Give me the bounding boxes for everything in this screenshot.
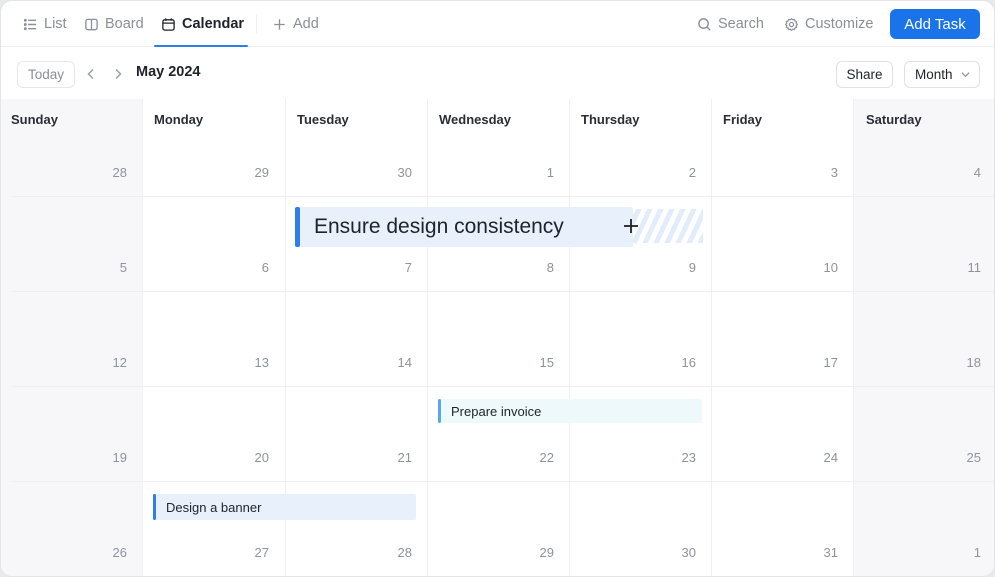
week-divider (11, 386, 994, 387)
day-cell-number[interactable]: 6 (229, 260, 269, 275)
day-cell-number[interactable]: 8 (514, 260, 554, 275)
day-cell-number[interactable]: 31 (798, 545, 838, 560)
day-cell-number[interactable]: 17 (798, 355, 838, 370)
day-cell-number[interactable]: 19 (87, 450, 127, 465)
grid-divider (142, 99, 143, 576)
week-divider (11, 481, 994, 482)
grid-divider (711, 99, 712, 576)
event-title: Ensure design consistency (314, 215, 564, 238)
day-cell-number[interactable]: 29 (514, 545, 554, 560)
search-button[interactable]: Search (697, 1, 764, 47)
day-cell-number[interactable]: 7 (372, 260, 412, 275)
tab-calendar[interactable]: Calendar (154, 1, 248, 47)
next-month-button[interactable] (111, 64, 125, 84)
day-cell-number[interactable]: 10 (798, 260, 838, 275)
tab-add-view[interactable]: Add (272, 1, 319, 47)
plus-icon (274, 18, 285, 30)
tab-list-label: List (44, 16, 67, 32)
view-select[interactable]: Month (904, 61, 980, 88)
event-title: Prepare invoice (451, 403, 542, 419)
day-cell-number[interactable]: 14 (372, 355, 412, 370)
grid-divider (853, 99, 854, 576)
day-header-sunday: Sunday (11, 112, 58, 127)
event-ensure-design-consistency[interactable]: Ensure design consistency (295, 207, 633, 247)
day-cell-number[interactable]: 24 (798, 450, 838, 465)
day-header-thursday: Thursday (581, 112, 640, 127)
day-cell-number[interactable]: 20 (229, 450, 269, 465)
tab-board[interactable]: Board (84, 1, 144, 47)
gear-icon (784, 17, 799, 31)
grid-divider (569, 99, 570, 576)
day-cell-number[interactable]: 21 (372, 450, 412, 465)
search-label: Search (718, 16, 764, 32)
day-cell-number[interactable]: 26 (87, 545, 127, 560)
event-color-bar (153, 494, 156, 520)
day-cell-number[interactable]: 29 (229, 165, 269, 180)
tab-board-label: Board (105, 16, 144, 32)
event-color-bar (295, 207, 300, 247)
event-title: Design a banner (166, 499, 262, 515)
chevron-right-icon (115, 68, 122, 80)
day-cell-number[interactable]: 28 (87, 165, 127, 180)
tab-add-label: Add (293, 16, 319, 32)
day-cell-number[interactable]: 9 (656, 260, 696, 275)
event-color-bar (438, 399, 441, 423)
move-cursor-icon (624, 219, 638, 233)
day-cell-number[interactable]: 25 (941, 450, 981, 465)
day-cell-number[interactable]: 4 (941, 165, 981, 180)
day-cell-number[interactable]: 30 (656, 545, 696, 560)
drag-preview-placeholder (633, 209, 703, 243)
day-cell-number[interactable]: 16 (656, 355, 696, 370)
calendar-grid: Sunday Monday Tuesday Wednesday Thursday… (1, 99, 994, 576)
day-header-friday: Friday (723, 112, 763, 127)
day-cell-number[interactable]: 30 (372, 165, 412, 180)
search-icon (698, 17, 711, 31)
day-header-wednesday: Wednesday (439, 112, 512, 127)
event-design-a-banner[interactable]: Design a banner (153, 494, 416, 520)
view-tabs-bar: List Board Calendar Add Search Customize… (1, 1, 994, 47)
day-cell-number[interactable]: 12 (87, 355, 127, 370)
calendar-icon (162, 17, 175, 31)
view-select-value: Month (915, 67, 953, 82)
day-cell-number[interactable]: 27 (229, 545, 269, 560)
week-divider (11, 291, 994, 292)
event-prepare-invoice[interactable]: Prepare invoice (438, 399, 702, 423)
day-header-monday: Monday (154, 112, 204, 127)
today-button[interactable]: Today (17, 61, 75, 88)
customize-button[interactable]: Customize (784, 1, 874, 47)
board-icon (85, 18, 98, 30)
customize-label: Customize (805, 16, 874, 32)
tab-list[interactable]: List (23, 1, 67, 47)
day-cell-number[interactable]: 11 (941, 260, 982, 275)
day-header-saturday: Saturday (866, 112, 922, 127)
day-cell-number[interactable]: 23 (656, 450, 696, 465)
tab-calendar-label: Calendar (182, 16, 245, 32)
day-cell-number[interactable]: 1 (941, 545, 981, 560)
day-cell-number[interactable]: 13 (229, 355, 269, 370)
month-title: May 2024 (136, 64, 201, 80)
tab-divider (256, 15, 257, 33)
share-button[interactable]: Share (836, 61, 893, 88)
day-cell-number[interactable]: 18 (941, 355, 981, 370)
week-divider (11, 196, 994, 197)
day-cell-number[interactable]: 5 (87, 260, 127, 275)
day-header-tuesday: Tuesday (297, 112, 349, 127)
grid-divider (427, 99, 428, 576)
chevron-down-icon (961, 72, 970, 78)
day-cell-number[interactable]: 2 (656, 165, 696, 180)
list-icon (23, 18, 37, 30)
day-cell-number[interactable]: 22 (514, 450, 554, 465)
day-cell-number[interactable]: 1 (514, 165, 554, 180)
day-cell-number[interactable]: 28 (372, 545, 412, 560)
calendar-app-window: List Board Calendar Add Search Customize… (0, 0, 995, 577)
chevron-left-icon (87, 68, 94, 80)
add-task-button[interactable]: Add Task (890, 9, 980, 39)
day-cell-number[interactable]: 15 (514, 355, 554, 370)
day-cell-number[interactable]: 3 (798, 165, 838, 180)
prev-month-button[interactable] (84, 64, 98, 84)
